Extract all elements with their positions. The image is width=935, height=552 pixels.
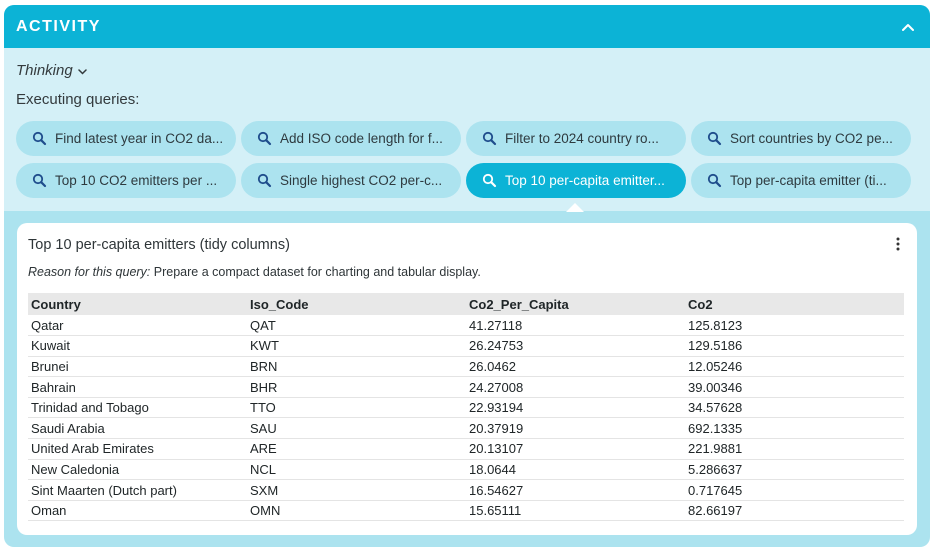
search-icon [707, 131, 722, 146]
table-row: Oman OMN 15.65111 82.66197 [28, 500, 904, 522]
result-title: Top 10 per-capita emitters (tidy columns… [28, 237, 290, 253]
activity-header: ACTIVITY [4, 5, 930, 48]
executing-label: Executing queries: [16, 91, 140, 108]
query-chip-label: Top 10 per-capita emitter... [505, 173, 665, 188]
table-row: Qatar QAT 41.27118 125.8123 [28, 315, 904, 337]
table-cell: Sint Maarten (Dutch part) [28, 479, 247, 501]
query-chip[interactable]: Filter to 2024 country ro... [466, 121, 686, 156]
query-result-card: Top 10 per-capita emitters (tidy columns… [17, 223, 917, 535]
column-header[interactable]: Country [28, 293, 247, 315]
table-cell: Oman [28, 500, 247, 522]
query-chip-label: Add ISO code length for f... [280, 131, 443, 146]
result-table: Country Iso_Code Co2_Per_Capita Co2 Qata… [28, 293, 904, 522]
thinking-toggle[interactable]: Thinking [16, 62, 87, 79]
table-cell: 26.0462 [466, 356, 685, 378]
table-cell: New Caledonia [28, 459, 247, 481]
table-cell: BRN [247, 356, 466, 378]
table-cell: ARE [247, 438, 466, 460]
query-chip[interactable]: Find latest year in CO2 da... [16, 121, 236, 156]
table-cell: KWT [247, 335, 466, 357]
search-icon [257, 173, 272, 188]
table-cell: Kuwait [28, 335, 247, 357]
query-chip-label: Single highest CO2 per-c... [280, 173, 443, 188]
table-cell: SXM [247, 479, 466, 501]
table-cell: 41.27118 [466, 315, 685, 337]
table-row: Trinidad and Tobago TTO 22.93194 34.57628 [28, 397, 904, 419]
query-chip-label: Sort countries by CO2 pe... [730, 131, 893, 146]
table-cell: 24.27008 [466, 376, 685, 398]
search-icon [32, 173, 47, 188]
queries-area: Thinking Executing queries: Find latest … [4, 48, 930, 211]
table-cell: 16.54627 [466, 479, 685, 501]
table-row: United Arab Emirates ARE 20.13107 221.9881 [28, 438, 904, 460]
query-chip-label: Top 10 CO2 emitters per ... [55, 173, 218, 188]
table-cell: NCL [247, 459, 466, 481]
table-cell: 20.13107 [466, 438, 685, 460]
reason-label: Reason for this query: [28, 265, 151, 279]
table-cell: Trinidad and Tobago [28, 397, 247, 419]
table-cell: United Arab Emirates [28, 438, 247, 460]
search-icon [257, 131, 272, 146]
query-chip[interactable]: Top per-capita emitter (ti... [691, 163, 911, 198]
activity-panel: ACTIVITY Thinking Executing queries: Fin… [4, 5, 930, 547]
table-cell: 129.5186 [685, 335, 904, 357]
table-cell: SAU [247, 417, 466, 440]
table-row: Bahrain BHR 24.27008 39.00346 [28, 376, 904, 398]
table-cell: QAT [247, 315, 466, 337]
activity-title: ACTIVITY [16, 17, 101, 35]
table-header-row: Country Iso_Code Co2_Per_Capita Co2 [28, 293, 904, 315]
table-cell: 18.0644 [466, 459, 685, 481]
thinking-label: Thinking [16, 62, 73, 79]
query-chip[interactable]: Top 10 CO2 emitters per ... [16, 163, 236, 198]
table-cell: 34.57628 [685, 397, 904, 419]
table-cell: Bahrain [28, 376, 247, 398]
chevron-down-icon [77, 62, 87, 79]
query-chip-label: Filter to 2024 country ro... [505, 131, 659, 146]
table-row: New Caledonia NCL 18.0644 5.286637 [28, 459, 904, 481]
table-cell: 692.1335 [685, 417, 904, 440]
table-cell: BHR [247, 376, 466, 398]
table-cell: 125.8123 [685, 315, 904, 337]
table-cell: 22.93194 [466, 397, 685, 419]
table-cell: 26.24753 [466, 335, 685, 357]
result-reason: Reason for this query: Prepare a compact… [28, 265, 481, 279]
table-cell: 12.05246 [685, 356, 904, 378]
table-row: Sint Maarten (Dutch part) SXM 16.54627 0.71… [28, 479, 904, 501]
active-query-pointer [566, 203, 584, 212]
query-chip-label: Find latest year in CO2 da... [55, 131, 224, 146]
column-header[interactable]: Co2 [685, 293, 904, 315]
table-cell: 20.37919 [466, 417, 685, 440]
table-cell: Qatar [28, 315, 247, 337]
table-row: Saudi Arabia SAU 20.37919 692.1335 [28, 417, 904, 440]
search-icon [32, 131, 47, 146]
table-cell: OMN [247, 500, 466, 522]
chevron-up-icon[interactable] [900, 19, 916, 35]
table-cell: 0.717645 [685, 479, 904, 501]
column-header[interactable]: Iso_Code [247, 293, 466, 315]
column-header[interactable]: Co2_Per_Capita [466, 293, 685, 315]
search-icon [707, 173, 722, 188]
table-cell: 82.66197 [685, 500, 904, 522]
table-cell: Brunei [28, 356, 247, 378]
table-row: Kuwait KWT 26.24753 129.5186 [28, 335, 904, 357]
search-icon [482, 173, 497, 188]
table-row: Brunei BRN 26.0462 12.05246 [28, 356, 904, 378]
query-chip[interactable]: Sort countries by CO2 pe... [691, 121, 911, 156]
query-chip[interactable]: Add ISO code length for f... [241, 121, 461, 156]
search-icon [482, 131, 497, 146]
table-cell: 39.00346 [685, 376, 904, 398]
kebab-menu-icon[interactable] [893, 237, 903, 251]
table-cell: Saudi Arabia [28, 417, 247, 440]
table-cell: 5.286637 [685, 459, 904, 481]
table-cell: TTO [247, 397, 466, 419]
query-chip[interactable]: Top 10 per-capita emitter... [466, 163, 686, 198]
reason-text: Prepare a compact dataset for charting a… [153, 265, 481, 279]
table-cell: 15.65111 [466, 500, 685, 522]
query-chip[interactable]: Single highest CO2 per-c... [241, 163, 461, 198]
table-cell: 221.9881 [685, 438, 904, 460]
query-chip-label: Top per-capita emitter (ti... [730, 173, 887, 188]
